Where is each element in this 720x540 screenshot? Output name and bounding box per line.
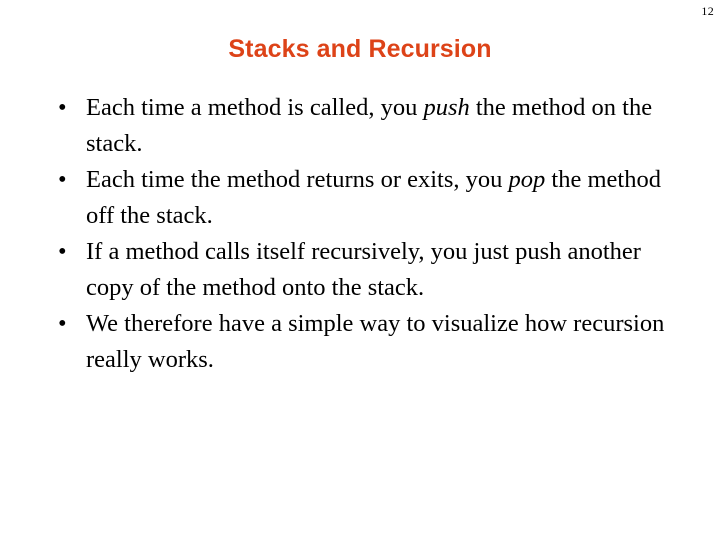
list-item-text: We therefore have a simple way to visual… <box>86 306 676 378</box>
page-number: 12 <box>701 4 714 18</box>
list-item-text: If a method calls itself recursively, yo… <box>86 234 676 306</box>
list-item: • Each time a method is called, you push … <box>52 90 676 162</box>
plain-text: Each time the method returns or exits, y… <box>86 166 509 193</box>
bullet-icon: • <box>58 238 67 265</box>
emphasis-text: push <box>423 94 470 121</box>
bullet-icon: • <box>58 310 67 337</box>
list-item-text: Each time a method is called, you push t… <box>86 90 676 162</box>
bullet-icon: • <box>58 94 67 121</box>
list-item: • Each time the method returns or exits, … <box>52 162 676 234</box>
slide-canvas: 12 Stacks and Recursion • Each time a met… <box>0 0 720 540</box>
emphasis-text: pop <box>508 166 546 193</box>
list-item: • We therefore have a simple way to visua… <box>52 306 676 378</box>
plain-text: We therefore have a simple way to visual… <box>86 310 665 373</box>
plain-text: If a method calls itself recursively, yo… <box>86 238 641 301</box>
bullet-list: • Each time a method is called, you push … <box>52 90 676 378</box>
list-item: • If a method calls itself recursively, y… <box>52 234 676 306</box>
page-title: Stacks and Recursion <box>228 35 492 63</box>
list-item-text: Each time the method returns or exits, y… <box>86 162 676 234</box>
bullet-icon: • <box>58 166 67 193</box>
plain-text: Each time a method is called, you <box>86 94 424 121</box>
